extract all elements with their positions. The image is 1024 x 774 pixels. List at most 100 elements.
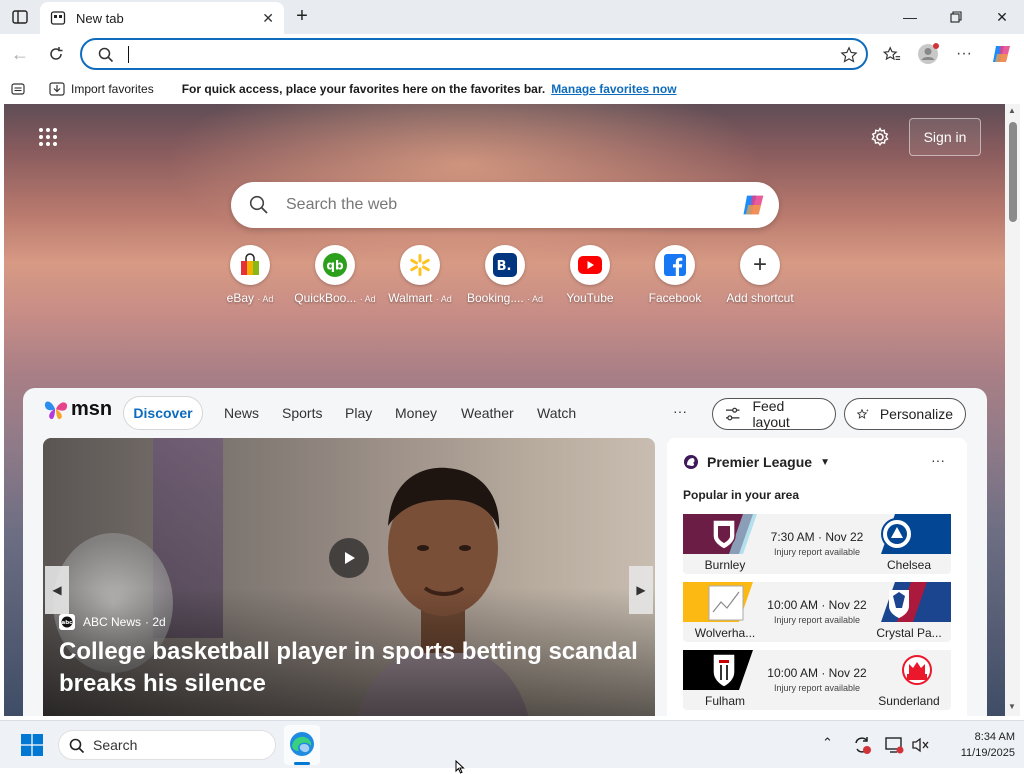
tab-title: New tab [76,10,124,26]
shortcut-label: Add shortcut [726,291,794,305]
shortcut-label: eBay [226,291,254,305]
page-scrollbar[interactable]: ▲ ▼ [1005,104,1020,716]
text-caret [128,46,129,63]
new-tab-button[interactable]: + [290,6,314,28]
manage-favorites-link[interactable]: Manage favorites now [551,82,676,96]
match-note: Injury report available [773,547,861,557]
hero-headline[interactable]: College basketball player in sports bett… [59,636,639,700]
tab-new-tab[interactable]: New tab ✕ [40,2,284,34]
favorites-hint: For quick access, place your favorites h… [181,82,546,96]
new-tab-page-icon [50,11,66,25]
facebook-icon [664,254,686,276]
tab-sports[interactable]: Sports [282,405,322,421]
hero-prev-button[interactable]: ◀ [45,566,69,614]
web-search-box[interactable]: Search the web [231,182,779,228]
ad-badge: · Ad [435,294,452,304]
minimize-button[interactable]: — [890,4,930,30]
card-more-button[interactable]: ··· [931,452,945,468]
plus-icon: + [752,251,767,278]
ad-badge: · Ad [257,294,274,304]
refresh-button[interactable] [42,40,70,68]
msn-logo[interactable]: msn [43,397,112,421]
close-tab-icon[interactable]: ✕ [262,10,274,27]
tab-strip: New tab ✕ + — ✕ [0,0,1024,34]
match-wolves-crystal-palace[interactable]: 10:00 AM · Nov 22 Injury report availabl… [683,582,951,642]
walmart-icon [410,254,430,276]
shortcut-ebay[interactable]: eBay · Ad [208,245,292,305]
personalize-button[interactable]: Personalize [844,398,966,430]
tab-watch[interactable]: Watch [537,405,576,421]
tab-discover[interactable]: Discover [123,396,203,430]
msn-butterfly-icon [44,401,68,420]
hero-video-card[interactable]: ◀ ▶ abc ABC News · 2d College basketball… [43,438,655,716]
article-age: · 2d [145,615,166,629]
taskbar-search-label: Search [93,737,138,753]
match-time: 10:00 AM · Nov 22 [767,666,867,680]
network-display-icon[interactable] [884,735,904,755]
sidebar-toggle-button[interactable] [8,6,32,28]
ad-badge: · Ad [527,294,544,304]
windows-start-icon[interactable] [21,734,43,756]
taskbar-edge-button[interactable] [284,725,320,765]
league-name: Premier League [707,454,813,470]
import-favorites-button[interactable]: Import favorites [49,82,154,96]
back-button[interactable]: ← [6,40,34,68]
favorites-bar: Import favorites For quick access, place… [0,74,1024,104]
apps-grid-icon[interactable] [38,127,58,147]
hero-next-button[interactable]: ▶ [629,566,653,614]
shortcut-facebook[interactable]: Facebook [633,245,717,305]
page-settings-gear-icon[interactable] [870,127,890,147]
close-window-button[interactable]: ✕ [982,4,1022,30]
booking-icon: B. [493,253,517,277]
league-selector[interactable]: Premier League ▼ [683,454,830,470]
premier-league-card: Premier League ▼ ··· Popular in your are… [667,438,967,716]
sliders-icon [725,407,740,421]
match-burnley-chelsea[interactable]: 7:30 AM · Nov 22 Injury report available… [683,514,951,574]
shortcut-label: YouTube [566,291,614,305]
favorites-button[interactable] [878,40,906,68]
shortcut-quickbooks[interactable]: qb QuickBoo... · Ad [293,245,377,305]
shortcut-booking[interactable]: B. Booking.... · Ad [463,245,547,305]
tab-weather[interactable]: Weather [461,405,514,421]
ad-badge: · Ad [359,294,376,304]
mouse-cursor-icon [455,760,465,774]
restore-button[interactable] [936,4,976,30]
msn-wordmark: msn [71,397,113,420]
settings-and-more-button[interactable]: ··· [950,40,978,68]
copilot-button[interactable] [988,40,1016,68]
sync-update-icon[interactable] [852,735,872,755]
scroll-up-arrow-icon[interactable]: ▲ [1008,106,1016,115]
taskbar-search-box[interactable]: Search [58,730,276,760]
address-bar[interactable] [80,38,868,70]
edge-browser-icon [290,732,314,756]
tab-actions-icon[interactable] [11,83,25,95]
show-hidden-icons-chevron-up-icon[interactable]: ⌃ [822,735,833,751]
feed-more-button[interactable]: ··· [673,403,687,419]
search-icon [69,738,85,754]
play-button[interactable] [329,538,369,578]
match-fulham-sunderland[interactable]: 10:00 AM · Nov 22 Injury report availabl… [683,650,951,710]
scrollbar-thumb[interactable] [1009,122,1017,222]
tab-play[interactable]: Play [345,405,372,421]
sign-in-button[interactable]: Sign in [909,118,981,156]
feed-layout-button[interactable]: Feed layout [712,398,836,430]
shortcut-youtube[interactable]: YouTube [548,245,632,305]
copilot-icon[interactable] [739,191,769,219]
back-arrow-icon: ← [11,43,29,64]
shortcut-walmart[interactable]: Walmart · Ad [378,245,462,305]
shortcut-label: QuickBoo... [294,291,357,305]
volume-muted-icon[interactable] [910,735,930,755]
away-team: Chelsea [886,558,932,572]
msn-feed: msn Discover News Sports Play Money Weat… [23,388,987,716]
tab-news[interactable]: News [224,405,259,421]
scroll-down-arrow-icon[interactable]: ▼ [1008,702,1016,711]
profile-button[interactable] [914,40,942,68]
tab-money[interactable]: Money [395,405,437,421]
more-dots-icon: ··· [956,45,972,62]
chevron-right-icon: ▶ [636,583,646,597]
add-shortcut-button[interactable]: + Add shortcut [718,245,802,305]
favorite-star-icon[interactable] [840,46,858,64]
ebay-icon [241,253,259,275]
taskbar-clock[interactable]: 8:34 AM 11/19/2025 [935,729,1015,761]
feed-layout-label: Feed layout [752,398,790,430]
